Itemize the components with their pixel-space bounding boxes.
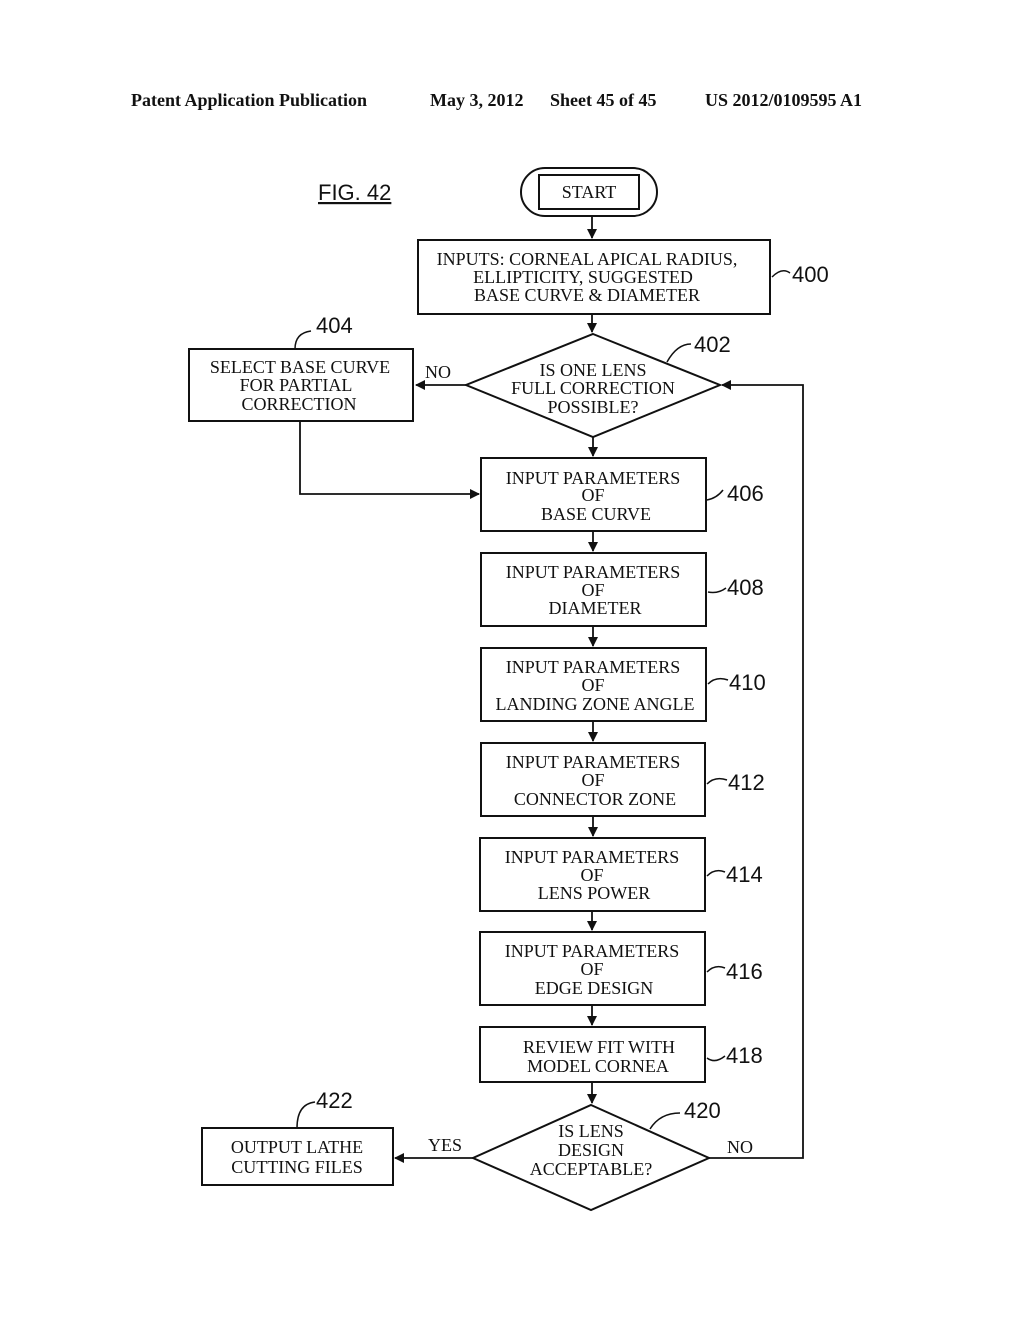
ref-418-leader bbox=[706, 1055, 726, 1062]
decision-420-line-3: ACCEPTABLE? bbox=[530, 1159, 653, 1179]
edge-label-420-no: NO bbox=[727, 1137, 753, 1157]
step-422-output-lathe-files: OUTPUT LATHE CUTTING FILES bbox=[201, 1127, 394, 1186]
edge-label-420-yes: YES bbox=[428, 1135, 462, 1155]
decision-402: IS ONE LENS FULL CORRECTION POSSIBLE? bbox=[463, 332, 723, 439]
ref-410: 410 bbox=[729, 670, 766, 695]
ref-400-leader bbox=[771, 270, 791, 278]
ref-402-leader bbox=[666, 343, 692, 363]
step-418-review-fit: REVIEW FIT WITH MODEL CORNEA bbox=[479, 1026, 706, 1083]
ref-416: 416 bbox=[726, 959, 763, 984]
step-408-line-1: INPUT PARAMETERS bbox=[506, 562, 681, 582]
decision-420-line-1: IS LENS bbox=[558, 1121, 624, 1141]
ref-416-leader bbox=[706, 965, 726, 973]
ref-412: 412 bbox=[728, 770, 765, 795]
step-406-base-curve: INPUT PARAMETERS OF BASE CURVE bbox=[480, 457, 707, 532]
step-400-inputs: INPUTS: CORNEAL APICAL RADIUS, ELLIPTICI… bbox=[417, 239, 771, 315]
step-412-line-1: INPUT PARAMETERS bbox=[506, 752, 681, 772]
step-416-line-2: OF bbox=[580, 959, 603, 979]
ref-418: 418 bbox=[726, 1043, 763, 1068]
step-408-line-3: DIAMETER bbox=[549, 598, 642, 618]
decision-402-line-3: POSSIBLE? bbox=[547, 397, 638, 417]
step-410-line-3: LANDING ZONE ANGLE bbox=[496, 694, 695, 714]
ref-406-leader bbox=[706, 489, 724, 501]
ref-400: 400 bbox=[792, 262, 829, 287]
decision-402-line-1: IS ONE LENS bbox=[540, 360, 647, 380]
step-414-line-2: OF bbox=[580, 865, 603, 885]
step-410-line-2: OF bbox=[581, 675, 604, 695]
ref-402: 402 bbox=[694, 332, 731, 357]
ref-406: 406 bbox=[727, 481, 764, 506]
ref-404-leader bbox=[294, 330, 312, 350]
step-414-lens-power: INPUT PARAMETERS OF LENS POWER bbox=[479, 837, 706, 912]
step-400-line-3: BASE CURVE & DIAMETER bbox=[474, 285, 700, 305]
decision-420-line-2: DESIGN bbox=[558, 1140, 624, 1160]
ref-404: 404 bbox=[316, 313, 353, 338]
figure-label: FIG. 42 bbox=[318, 180, 391, 205]
ref-408: 408 bbox=[727, 575, 764, 600]
step-414-line-3: LENS POWER bbox=[538, 883, 651, 903]
ref-422: 422 bbox=[316, 1088, 353, 1113]
step-406-line-3: BASE CURVE bbox=[541, 504, 651, 524]
connector-404-406 bbox=[299, 421, 480, 499]
step-400-line-1: INPUTS: CORNEAL APICAL RADIUS, bbox=[437, 249, 738, 269]
ref-412-leader bbox=[706, 777, 728, 785]
decision-402-line-2: FULL CORRECTION bbox=[511, 378, 675, 398]
step-410-landing-zone-angle: INPUT PARAMETERS OF LANDING ZONE ANGLE bbox=[480, 647, 707, 722]
step-404-select-base-curve: SELECT BASE CURVE FOR PARTIAL CORRECTION bbox=[188, 348, 414, 422]
step-422-line-2: CUTTING FILES bbox=[231, 1157, 363, 1177]
step-412-line-2: OF bbox=[581, 770, 604, 790]
step-418-line-1: REVIEW FIT WITH bbox=[523, 1037, 675, 1057]
step-404-line-1: SELECT BASE CURVE bbox=[210, 357, 390, 377]
step-416-line-3: EDGE DESIGN bbox=[535, 978, 654, 998]
ref-408-leader bbox=[707, 587, 727, 594]
ref-420: 420 bbox=[684, 1098, 721, 1123]
ref-410-leader bbox=[707, 677, 729, 685]
step-406-line-2: OF bbox=[581, 485, 604, 505]
step-408-diameter: INPUT PARAMETERS OF DIAMETER bbox=[480, 552, 707, 627]
decision-420: IS LENS DESIGN ACCEPTABLE? bbox=[470, 1103, 712, 1212]
step-414-line-1: INPUT PARAMETERS bbox=[505, 847, 680, 867]
start-label: START bbox=[562, 182, 616, 202]
step-404-line-2: FOR PARTIAL bbox=[240, 375, 353, 395]
ref-420-leader bbox=[649, 1112, 681, 1130]
ref-414: 414 bbox=[726, 862, 763, 887]
step-422-line-1: OUTPUT LATHE bbox=[231, 1137, 363, 1157]
edge-label-402-no: NO bbox=[425, 362, 451, 382]
step-412-line-3: CONNECTOR ZONE bbox=[514, 789, 676, 809]
start-terminal: START bbox=[520, 167, 658, 217]
flowchart: FIG. 42 START INPUTS: CORNEAL APICAL RAD… bbox=[188, 167, 829, 1212]
step-404-line-3: CORRECTION bbox=[241, 394, 356, 414]
step-416-line-1: INPUT PARAMETERS bbox=[505, 941, 680, 961]
step-408-line-2: OF bbox=[581, 580, 604, 600]
step-400-line-2: ELLIPTICITY, SUGGESTED bbox=[473, 267, 693, 287]
step-418-line-2: MODEL CORNEA bbox=[527, 1056, 669, 1076]
step-412-connector-zone: INPUT PARAMETERS OF CONNECTOR ZONE bbox=[480, 742, 706, 817]
ref-422-leader bbox=[296, 1101, 316, 1129]
ref-414-leader bbox=[706, 869, 726, 877]
step-416-edge-design: INPUT PARAMETERS OF EDGE DESIGN bbox=[479, 931, 706, 1006]
step-410-line-1: INPUT PARAMETERS bbox=[506, 657, 681, 677]
